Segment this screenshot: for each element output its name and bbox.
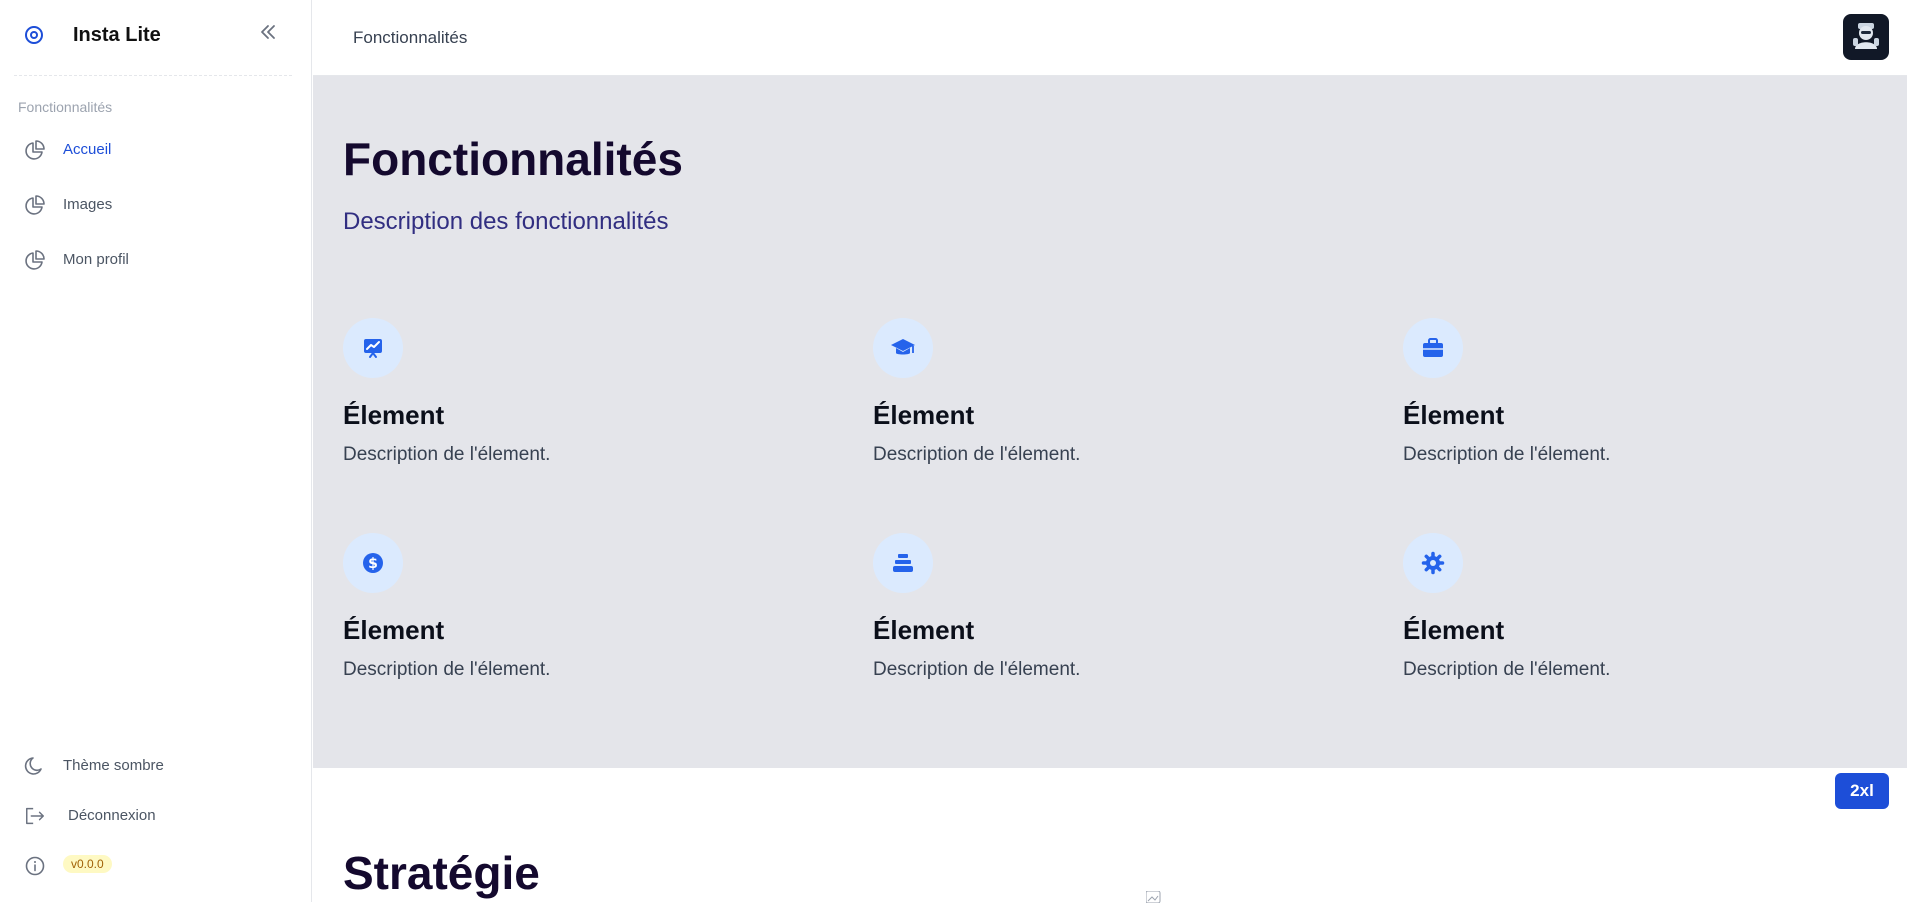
sidebar-item-mon-profil[interactable]: Mon profil xyxy=(24,247,129,273)
feature-card: $ Élement Description de l'élement. xyxy=(343,533,823,703)
version-info: v0.0.0 xyxy=(24,853,112,879)
feature-card: Élement Description de l'élement. xyxy=(343,318,823,488)
topbar: Fonctionnalités xyxy=(313,0,1907,76)
theme-toggle[interactable]: Thème sombre xyxy=(24,753,164,779)
feature-card: Élement Description de l'élement. xyxy=(873,318,1353,488)
svg-text:$: $ xyxy=(368,556,378,572)
pie-chart-icon xyxy=(24,249,46,271)
robot-avatar-icon xyxy=(1849,18,1883,57)
sidebar-divider xyxy=(14,75,292,76)
graduation-cap-icon xyxy=(873,318,933,378)
sidebar-item-label: Images xyxy=(63,196,113,213)
briefcase-icon xyxy=(1403,318,1463,378)
sidebar-item-label: Accueil xyxy=(63,141,112,158)
target-icon xyxy=(24,25,44,45)
feature-description: Description de l'élement. xyxy=(1403,444,1611,465)
brand[interactable]: Insta Lite xyxy=(24,20,161,50)
breakpoint-badge[interactable]: 2xl xyxy=(1835,773,1889,809)
collapse-sidebar-button[interactable] xyxy=(256,22,280,46)
moon-icon xyxy=(24,755,46,777)
features-title: Fonctionnalités xyxy=(343,133,683,185)
sidebar-item-images[interactable]: Images xyxy=(24,192,112,218)
sidebar: Insta Lite Fonctionnalités Accueil Image… xyxy=(0,0,312,902)
logout-label: Déconnexion xyxy=(68,807,156,824)
sidebar-item-accueil[interactable]: Accueil xyxy=(24,137,111,163)
page-title: Fonctionnalités xyxy=(353,28,468,47)
feature-title: Élement xyxy=(343,615,445,645)
strategy-title: Stratégie xyxy=(343,847,540,899)
broken-image xyxy=(1145,890,1266,904)
pie-chart-icon xyxy=(24,139,46,161)
feature-description: Description de l'élement. xyxy=(873,444,1081,465)
presentation-chart-icon xyxy=(343,318,403,378)
feature-title: Élement xyxy=(343,400,445,430)
dollar-circle-icon: $ xyxy=(343,533,403,593)
info-icon xyxy=(24,855,46,877)
logout-button[interactable]: Déconnexion xyxy=(24,803,156,829)
gear-icon xyxy=(1403,533,1463,593)
feature-card: Élement Description de l'élement. xyxy=(1403,533,1883,703)
feature-title: Élement xyxy=(1403,615,1505,645)
pie-chart-icon xyxy=(24,194,46,216)
sidebar-section-label: Fonctionnalités xyxy=(18,99,113,115)
feature-title: Élement xyxy=(1403,400,1505,430)
app-name: Insta Lite xyxy=(73,24,161,46)
avatar[interactable] xyxy=(1843,14,1889,60)
feature-description: Description de l'élement. xyxy=(343,659,551,680)
feature-title: Élement xyxy=(873,400,975,430)
feature-description: Description de l'élement. xyxy=(343,444,551,465)
theme-toggle-label: Thème sombre xyxy=(63,757,164,774)
chevrons-left-icon xyxy=(258,22,278,47)
feature-description: Description de l'élement. xyxy=(1403,659,1611,680)
feature-title: Élement xyxy=(873,615,975,645)
stack-icon xyxy=(873,533,933,593)
feature-card: Élement Description de l'élement. xyxy=(1403,318,1883,488)
version-badge: v0.0.0 xyxy=(63,855,112,873)
features-section: Fonctionnalités Description des fonction… xyxy=(313,76,1907,768)
feature-description: Description de l'élement. xyxy=(873,659,1081,680)
sidebar-item-label: Mon profil xyxy=(63,251,129,268)
features-subtitle: Description des fonctionnalités xyxy=(343,208,669,235)
logout-icon xyxy=(24,805,46,827)
feature-card: Élement Description de l'élement. xyxy=(873,533,1353,703)
